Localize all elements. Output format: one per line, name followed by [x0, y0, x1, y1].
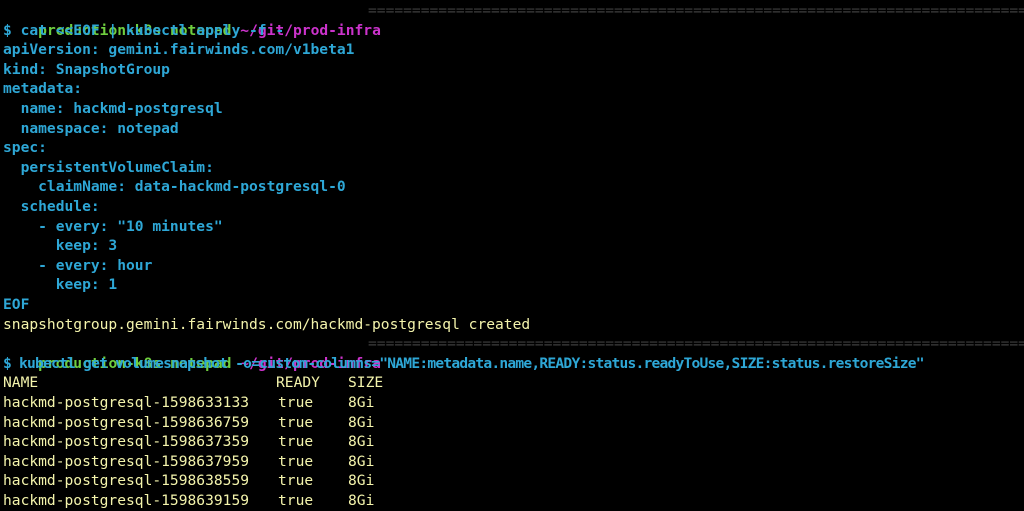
yaml-line: claimName: data-hackmd-postgresql-0 — [3, 178, 346, 196]
shell-prompt: production-k8s notepad ~/git/prod-infra — [3, 334, 381, 372]
snapshot-name: hackmd-postgresql-1598638559 — [3, 472, 250, 490]
yaml-line: keep: 1 — [3, 276, 118, 294]
yaml-line: kind: SnapshotGroup — [3, 60, 170, 78]
column-header-size: SIZE — [348, 374, 384, 392]
yaml-line: namespace: notepad — [3, 119, 179, 137]
heredoc-eof: EOF — [3, 296, 30, 313]
yaml-line: apiVersion: gemini.fairwinds.com/v1beta1 — [3, 41, 355, 59]
column-header-ready: READY — [276, 374, 320, 392]
prompt-separator: ========================================… — [368, 2, 1024, 19]
yaml-line: schedule: — [3, 198, 100, 215]
command-output: snapshotgroup.gemini.fairwinds.com/hackm… — [3, 315, 531, 333]
table-row: hackmd-postgresql-1598633133 true 8Gi — [3, 393, 1003, 413]
yaml-line: persistentVolumeClaim: — [3, 158, 214, 176]
table-row: hackmd-postgresql-1598636759 true 8Gi — [3, 413, 1003, 433]
snapshot-ready: true — [278, 472, 314, 490]
yaml-line: keep: 3 — [3, 237, 118, 255]
prompt-separator: ========================================… — [368, 335, 1024, 353]
snapshot-size: 8Gi — [348, 413, 375, 431]
snapshot-name: hackmd-postgresql-1598636759 — [3, 413, 250, 431]
yaml-line: spec: — [3, 139, 47, 157]
yaml-line: - every: hour — [3, 256, 153, 274]
snapshot-ready: true — [278, 452, 314, 470]
snapshot-ready: true — [278, 492, 314, 509]
snapshot-size: 8Gi — [348, 394, 375, 411]
snapshot-name: hackmd-postgresql-1598639159 — [3, 492, 250, 509]
table-row: hackmd-postgresql-1598637359 true 8Gi — [3, 432, 1003, 452]
snapshot-size: 8Gi — [348, 472, 375, 490]
snapshot-name: hackmd-postgresql-1598637959 — [3, 452, 250, 470]
command-line: $ cat <<EOF | kubectl apply -f - — [3, 21, 285, 39]
snapshot-size: 8Gi — [348, 492, 375, 509]
snapshot-name: hackmd-postgresql-1598637359 — [3, 433, 250, 451]
snapshot-ready: true — [278, 433, 314, 451]
snapshot-ready: true — [278, 413, 314, 431]
snapshot-ready: true — [278, 394, 314, 411]
table-row: hackmd-postgresql-1598639159 true 8Gi — [3, 491, 1003, 511]
snapshot-name: hackmd-postgresql-1598633133 — [3, 394, 250, 411]
snapshot-size: 8Gi — [348, 452, 375, 470]
table-row: hackmd-postgresql-1598637959 true 8Gi — [3, 452, 1003, 472]
column-header-name: NAME — [3, 374, 39, 392]
terminal-window[interactable]: production-k8s notepad ~/git/prod-infra … — [0, 0, 1024, 511]
yaml-line: metadata: — [3, 80, 83, 98]
yaml-line: - every: "10 minutes" — [3, 217, 223, 235]
snapshot-size: 8Gi — [348, 433, 375, 451]
yaml-line: name: hackmd-postgresql — [3, 100, 223, 117]
table-header: NAME READY SIZE — [3, 373, 1003, 393]
table-row: hackmd-postgresql-1598638559 true 8Gi — [3, 471, 1003, 491]
command-line: $ kubectl get volumesnapshot -o=custom-c… — [3, 354, 924, 372]
shell-prompt: production-k8s notepad ~/git/prod-infra — [3, 1, 381, 39]
